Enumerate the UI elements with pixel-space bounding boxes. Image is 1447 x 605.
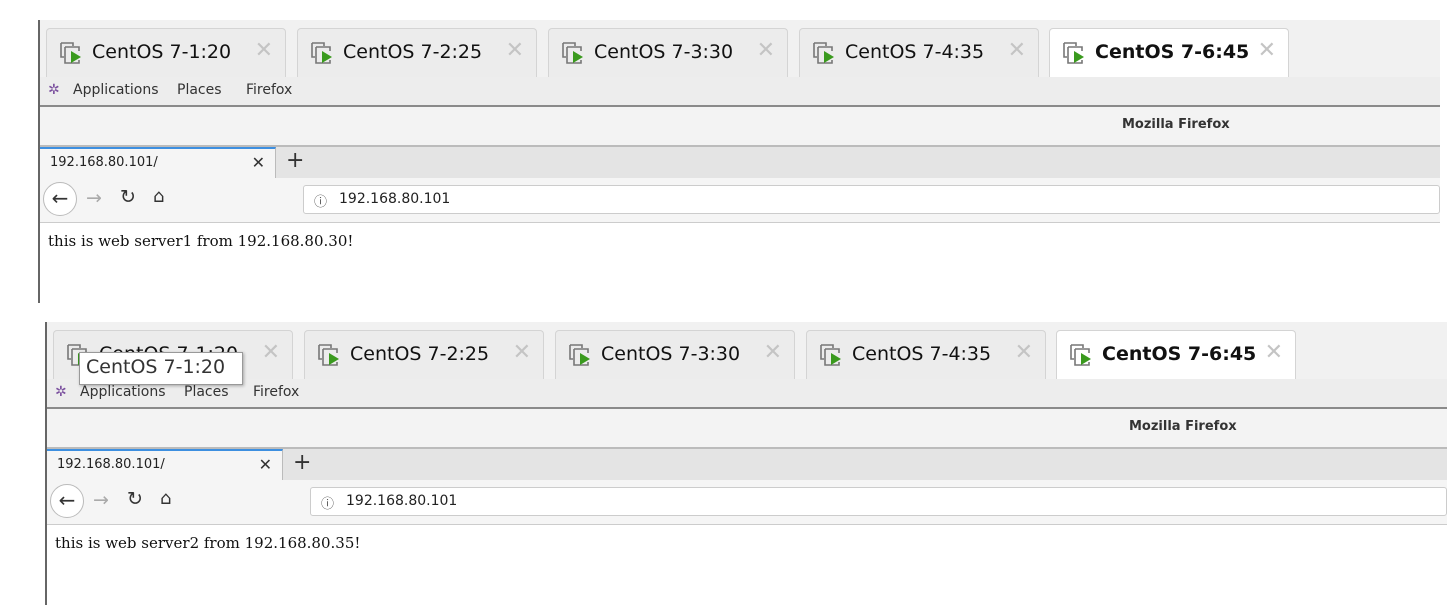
vm-play-icon xyxy=(1069,343,1095,367)
menu-applications[interactable]: Applications xyxy=(73,82,159,98)
page-content: this is web server1 from 192.168.80.30! xyxy=(40,223,1440,303)
forward-arrow-icon[interactable]: → xyxy=(86,187,102,209)
vm-play-icon xyxy=(317,343,343,367)
vm-tab[interactable]: CentOS 7-3:30 ✕ xyxy=(548,28,788,77)
vm-play-icon xyxy=(561,41,587,65)
close-icon[interactable]: ✕ xyxy=(757,38,775,63)
applications-logo-icon: ✲ xyxy=(48,82,60,98)
vm-tab-label: CentOS 7-3:30 xyxy=(594,41,734,63)
window-titlebar: Mozilla Firefox xyxy=(40,107,1440,147)
home-icon[interactable]: ⌂ xyxy=(160,488,171,509)
url-bar[interactable]: ⓘ 192.168.80.101 xyxy=(303,185,1440,214)
vm-tab-label: CentOS 7-1:20 xyxy=(92,41,232,63)
close-icon[interactable]: ✕ xyxy=(506,38,524,63)
browser-tab[interactable]: 192.168.80.101/ ✕ xyxy=(47,449,283,480)
vm-play-icon xyxy=(812,41,838,65)
close-icon[interactable]: ✕ xyxy=(1258,38,1276,63)
vm-tab[interactable]: CentOS 7-2:25 ✕ xyxy=(297,28,537,77)
vm-tab-label: CentOS 7-3:30 xyxy=(601,343,741,365)
vm-tab-tooltip: CentOS 7-1:20 xyxy=(79,352,243,385)
back-arrow-icon[interactable]: ← xyxy=(43,182,77,216)
page-message: this is web server2 from 192.168.80.35! xyxy=(55,534,361,552)
new-tab-button[interactable]: + xyxy=(286,148,304,173)
close-icon[interactable]: ✕ xyxy=(764,340,782,365)
window-titlebar: Mozilla Firefox xyxy=(47,409,1447,449)
close-icon[interactable]: ✕ xyxy=(1015,340,1033,365)
home-icon[interactable]: ⌂ xyxy=(153,186,164,207)
navigation-toolbar: ← → ↻ ⌂ ⓘ 192.168.80.101 xyxy=(47,480,1447,525)
navigation-toolbar: ← → ↻ ⌂ ⓘ 192.168.80.101 xyxy=(40,178,1440,223)
reload-icon[interactable]: ↻ xyxy=(120,186,136,208)
gnome-top-bar: ✲ Applications Places Firefox xyxy=(47,379,1447,409)
vm-tab-label: CentOS 7-2:25 xyxy=(350,343,490,365)
vm-tab[interactable]: CentOS 7-4:35 ✕ xyxy=(806,330,1046,379)
vm-tab[interactable]: CentOS 7-6:45 ✕ xyxy=(1049,28,1289,77)
window-title: Mozilla Firefox xyxy=(1129,419,1237,434)
applications-logo-icon: ✲ xyxy=(55,384,67,400)
vm-tab-label: CentOS 7-6:45 xyxy=(1102,343,1257,365)
close-icon[interactable]: ✕ xyxy=(252,153,265,172)
vm-tab-strip: CentOS 7-1:20✕CentOS 7-2:25✕CentOS 7-3:3… xyxy=(40,20,1440,77)
menu-applications[interactable]: Applications xyxy=(80,384,166,400)
close-icon[interactable]: ✕ xyxy=(255,38,273,63)
vm-tab[interactable]: CentOS 7-4:35 ✕ xyxy=(799,28,1039,77)
close-icon[interactable]: ✕ xyxy=(513,340,531,365)
vm-play-icon xyxy=(1062,41,1088,65)
menu-firefox[interactable]: Firefox xyxy=(246,82,292,98)
menu-firefox[interactable]: Firefox xyxy=(253,384,299,400)
new-tab-button[interactable]: + xyxy=(293,450,311,475)
reload-icon[interactable]: ↻ xyxy=(127,488,143,510)
close-icon[interactable]: ✕ xyxy=(262,340,280,365)
page-content: this is web server2 from 192.168.80.35! xyxy=(47,525,1447,605)
vm-tab-label: CentOS 7-2:25 xyxy=(343,41,483,63)
close-icon[interactable]: ✕ xyxy=(259,455,272,474)
vm-tab-strip: CentOS 7-1:20✕CentOS 7-2:25✕CentOS 7-3:3… xyxy=(47,322,1447,379)
vm-tab[interactable]: CentOS 7-1:20 ✕ xyxy=(46,28,286,77)
browser-tab[interactable]: 192.168.80.101/ ✕ xyxy=(40,147,276,178)
menu-places[interactable]: Places xyxy=(177,82,222,98)
vm-play-icon xyxy=(310,41,336,65)
vm-console-panel: CentOS 7-1:20✕CentOS 7-2:25✕CentOS 7-3:3… xyxy=(45,322,1447,605)
url-bar[interactable]: ⓘ 192.168.80.101 xyxy=(310,487,1447,516)
browser-tab-bar: 192.168.80.101/ ✕ + xyxy=(40,147,1440,179)
vm-tab[interactable]: CentOS 7-3:30 ✕ xyxy=(555,330,795,379)
back-arrow-icon[interactable]: ← xyxy=(50,484,84,518)
vm-tab-label: CentOS 7-6:45 xyxy=(1095,41,1250,63)
vm-console-panel: CentOS 7-1:20✕CentOS 7-2:25✕CentOS 7-3:3… xyxy=(38,20,1440,303)
url-value: 192.168.80.101 xyxy=(346,493,458,509)
vm-play-icon xyxy=(819,343,845,367)
info-icon[interactable]: ⓘ xyxy=(321,493,334,512)
info-icon[interactable]: ⓘ xyxy=(314,191,327,210)
vm-tab-label: CentOS 7-4:35 xyxy=(845,41,985,63)
vm-play-icon xyxy=(568,343,594,367)
close-icon[interactable]: ✕ xyxy=(1008,38,1026,63)
page-message: this is web server1 from 192.168.80.30! xyxy=(48,232,354,250)
window-title: Mozilla Firefox xyxy=(1122,117,1230,132)
browser-tab-title: 192.168.80.101/ xyxy=(57,457,165,472)
vm-tab[interactable]: CentOS 7-2:25 ✕ xyxy=(304,330,544,379)
menu-places[interactable]: Places xyxy=(184,384,229,400)
gnome-top-bar: ✲ Applications Places Firefox xyxy=(40,77,1440,107)
vm-tab-label: CentOS 7-4:35 xyxy=(852,343,992,365)
vm-play-icon xyxy=(59,41,85,65)
browser-tab-bar: 192.168.80.101/ ✕ + xyxy=(47,449,1447,481)
url-value: 192.168.80.101 xyxy=(339,191,451,207)
vm-tab[interactable]: CentOS 7-6:45 ✕ xyxy=(1056,330,1296,379)
close-icon[interactable]: ✕ xyxy=(1265,340,1283,365)
browser-tab-title: 192.168.80.101/ xyxy=(50,155,158,170)
forward-arrow-icon[interactable]: → xyxy=(93,489,109,511)
